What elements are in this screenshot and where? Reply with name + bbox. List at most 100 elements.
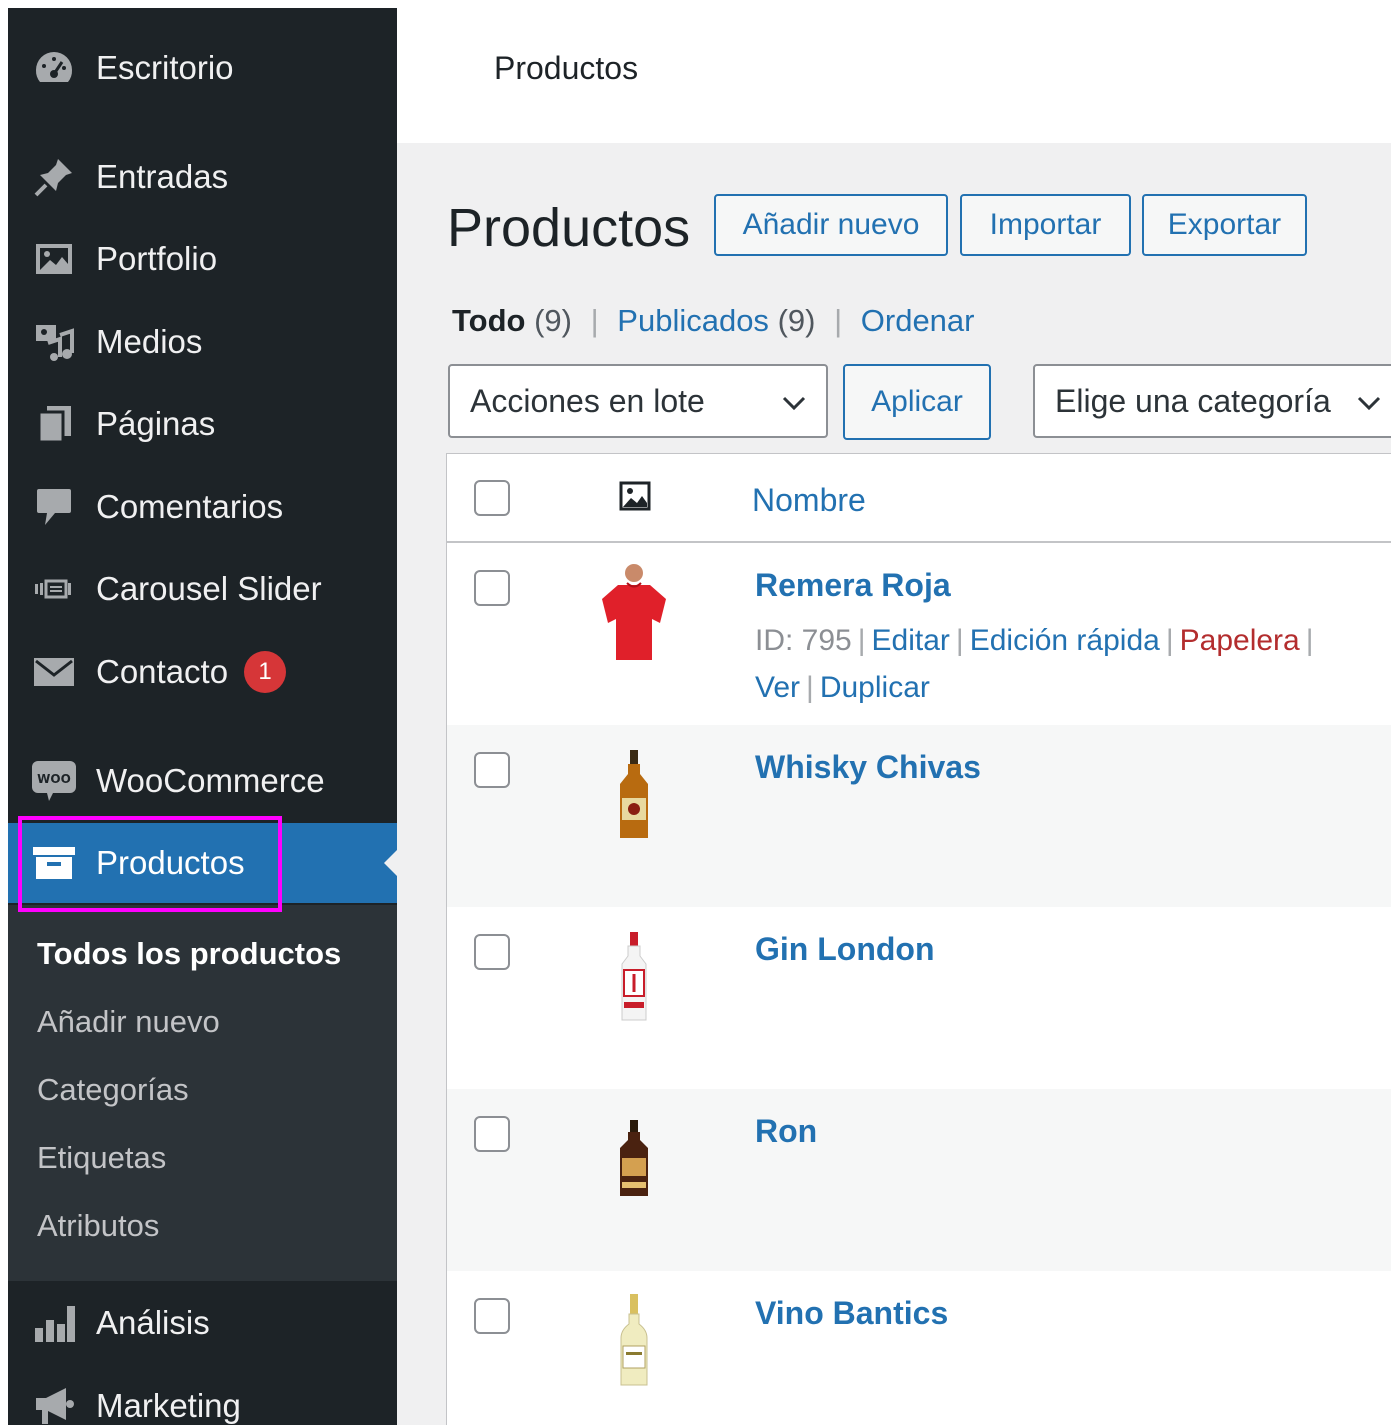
menu-item-escritorio[interactable]: Escritorio <box>8 28 397 108</box>
row-actions: ID: 795 | Editar | Edición rápida | Papelera | V… <box>755 617 1355 711</box>
bar-chart-icon <box>30 1304 78 1342</box>
import-button[interactable]: Importar <box>960 194 1131 256</box>
action-separator: | <box>806 671 814 704</box>
table-header: Nombre <box>447 454 1391 543</box>
export-button[interactable]: Exportar <box>1142 194 1307 256</box>
main-content: Productos Añadir nuevo Importar Exportar… <box>397 143 1391 1425</box>
menu-item-comentarios[interactable]: Comentarios <box>8 467 397 547</box>
header-title: Productos <box>494 50 639 86</box>
pin-icon <box>30 157 78 197</box>
menu-label: Medios <box>96 323 203 360</box>
row-checkbox[interactable] <box>474 570 510 606</box>
svg-text:WOO: WOO <box>37 772 71 786</box>
submenu-atributos[interactable]: Atributos <box>37 1208 159 1244</box>
submenu-todos-los-productos[interactable]: Todos los productos <box>37 936 341 972</box>
menu-label: Entradas <box>96 158 229 195</box>
product-thumbnail[interactable] <box>585 563 682 660</box>
product-name-link[interactable]: Gin London <box>755 931 935 968</box>
action-separator: | <box>857 624 866 657</box>
product-name-link[interactable]: Whisky Chivas <box>755 749 981 786</box>
menu-item-carousel-slider[interactable]: Carousel Slider <box>8 549 397 629</box>
comment-icon <box>30 487 78 527</box>
pages-icon <box>30 404 78 444</box>
table-row: Whisky Chivas <box>447 725 1391 907</box>
filter-published-count: (9) <box>777 303 816 338</box>
submenu-categorias[interactable]: Categorías <box>37 1072 189 1108</box>
product-name-link[interactable]: Ron <box>755 1113 817 1150</box>
apply-button[interactable]: Aplicar <box>843 364 991 440</box>
table-row: Remera Roja ID: 795 | Editar | Edición rápid… <box>447 543 1391 725</box>
menu-item-contacto[interactable]: Contacto 1 <box>8 632 397 712</box>
category-filter-value: Elige una categoría <box>1055 382 1331 419</box>
active-indicator <box>384 850 397 876</box>
status-filter-links: Todo (9) | Publicados (9) | Ordenar <box>452 303 975 339</box>
submenu-anadir-nuevo[interactable]: Añadir nuevo <box>37 1004 220 1040</box>
image-column-icon <box>619 481 651 516</box>
woo-icon: WOO <box>30 760 78 802</box>
row-checkbox[interactable] <box>474 934 510 970</box>
slider-icon <box>30 579 78 599</box>
menu-label: Carousel Slider <box>96 570 322 607</box>
filter-separator: | <box>590 303 599 338</box>
menu-label: Portfolio <box>96 240 218 277</box>
filter-sort[interactable]: Ordenar <box>861 303 975 338</box>
chevron-down-icon <box>780 388 808 425</box>
menu-item-woocommerce[interactable]: WOO WooCommerce <box>8 741 397 821</box>
category-filter-select[interactable]: Elige una categoría <box>1033 364 1391 438</box>
menu-label: Productos <box>96 844 245 881</box>
menu-item-portfolio[interactable]: Portfolio <box>8 219 397 299</box>
product-thumbnail[interactable] <box>585 927 682 1024</box>
submenu-etiquetas[interactable]: Etiquetas <box>37 1140 166 1176</box>
admin-sidebar: Escritorio Entradas Portfolio Medios Pág… <box>8 8 397 1425</box>
filter-all[interactable]: Todo <box>452 303 525 338</box>
select-all-checkbox[interactable] <box>474 480 510 516</box>
archive-icon <box>30 846 78 880</box>
filter-all-count: (9) <box>534 303 572 338</box>
chevron-down-icon <box>1355 388 1383 425</box>
menu-item-analisis[interactable]: Análisis <box>8 1283 397 1363</box>
menu-label: Comentarios <box>96 488 284 525</box>
quick-edit-link[interactable]: Edición rápida <box>970 624 1160 657</box>
product-name-link[interactable]: Remera Roja <box>755 567 951 604</box>
productos-submenu: Todos los productos Añadir nuevo Categor… <box>8 905 397 1281</box>
trash-link[interactable]: Papelera <box>1180 624 1300 657</box>
product-thumbnail[interactable] <box>585 745 682 842</box>
menu-label: WooCommerce <box>96 762 325 799</box>
row-checkbox[interactable] <box>474 1116 510 1152</box>
menu-label: Contacto <box>96 653 229 690</box>
product-id: ID: 795 <box>755 624 852 657</box>
menu-item-productos[interactable]: Productos <box>8 823 397 903</box>
megaphone-icon <box>30 1386 78 1425</box>
add-new-button[interactable]: Añadir nuevo <box>714 194 948 256</box>
menu-item-marketing[interactable]: Marketing <box>8 1366 397 1425</box>
action-separator: | <box>1165 624 1174 657</box>
column-header-name[interactable]: Nombre <box>752 482 866 519</box>
products-table: Nombre Remera Roja ID: 795 | Editar | Edició… <box>446 453 1391 1425</box>
notification-badge: 1 <box>244 651 287 693</box>
menu-item-entradas[interactable]: Entradas <box>8 137 397 217</box>
product-thumbnail[interactable] <box>585 1291 682 1388</box>
row-checkbox[interactable] <box>474 752 510 788</box>
media-icon <box>30 323 78 361</box>
menu-label: Escritorio <box>96 49 234 86</box>
image-icon <box>30 242 78 276</box>
action-separator: | <box>955 624 964 657</box>
top-header: Productos <box>397 0 1391 143</box>
table-row: Vino Bantics <box>447 1271 1391 1425</box>
menu-label: Análisis <box>96 1304 210 1341</box>
menu-label: Páginas <box>96 405 216 442</box>
page-title: Productos <box>447 198 691 258</box>
view-link[interactable]: Ver <box>755 671 800 704</box>
filter-published[interactable]: Publicados <box>617 303 769 338</box>
bulk-actions-select[interactable]: Acciones en lote <box>448 364 828 438</box>
product-name-link[interactable]: Vino Bantics <box>755 1295 948 1332</box>
row-checkbox[interactable] <box>474 1298 510 1334</box>
bulk-actions-value: Acciones en lote <box>470 382 705 419</box>
menu-item-medios[interactable]: Medios <box>8 302 397 382</box>
product-thumbnail[interactable] <box>585 1109 682 1206</box>
menu-item-paginas[interactable]: Páginas <box>8 384 397 464</box>
duplicate-link[interactable]: Duplicar <box>820 671 930 704</box>
mail-icon <box>30 657 78 687</box>
edit-link[interactable]: Editar <box>872 624 950 657</box>
table-row: Gin London <box>447 907 1391 1089</box>
